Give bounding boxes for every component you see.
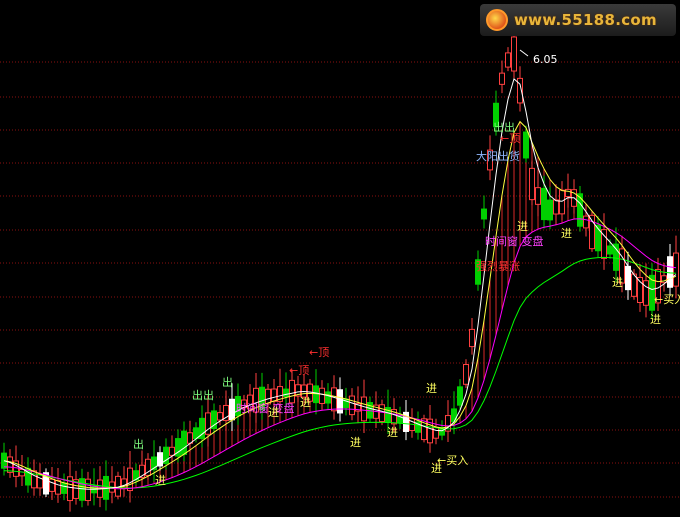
candle-body-14 — [85, 478, 91, 502]
signal-label-buy: 进 — [561, 227, 572, 240]
candle-body-48 — [289, 379, 295, 404]
candle-body-55 — [331, 387, 337, 412]
candle-body-6 — [37, 474, 43, 489]
site-logo-icon — [486, 9, 508, 31]
candle-body-93 — [559, 189, 565, 215]
candle-body-112 — [673, 252, 679, 287]
candle-body-72 — [433, 426, 439, 439]
ma-long-line — [3, 256, 677, 489]
candle-body-1 — [7, 456, 13, 473]
candle-body-89 — [535, 187, 541, 205]
signal-label-buy: ←买入 — [437, 454, 468, 467]
signal-label-buy: 进 — [612, 276, 623, 289]
signal-label-buy: 进 — [517, 220, 528, 233]
signal-label-top: ←顶 — [309, 346, 329, 359]
candle-body-9 — [55, 480, 61, 495]
candle-body-38 — [229, 398, 235, 421]
signal-label-sell: 出出 — [192, 388, 214, 402]
signal-label-buy: ←买入 — [654, 293, 680, 306]
candle-body-36 — [217, 412, 223, 421]
signal-label-buy: 进 — [426, 382, 437, 395]
signal-label-sell: 出 — [222, 375, 233, 389]
signal-label-strong: 强烈暴涨 — [476, 259, 520, 273]
candle-body-63 — [379, 404, 385, 423]
candle-body-77 — [463, 364, 469, 385]
candle-body-84 — [505, 52, 511, 68]
candle-body-8 — [49, 478, 55, 492]
candle-body-76 — [457, 386, 463, 406]
candle-body-10 — [61, 482, 67, 494]
candle-body-47 — [283, 388, 289, 397]
candle-body-13 — [79, 478, 85, 501]
candle-body-83 — [499, 72, 505, 85]
signal-label-buy: 进 — [155, 474, 166, 487]
candle-body-54 — [325, 391, 331, 404]
candle-body-111 — [667, 256, 673, 288]
candle-body-102 — [613, 243, 619, 271]
candle-body-87 — [523, 131, 529, 159]
signal-label-buy: 进 — [650, 313, 661, 326]
candle-body-75 — [451, 408, 457, 423]
candle-body-28 — [169, 446, 175, 456]
ma-fast-line — [3, 78, 677, 490]
candle-body-45 — [271, 388, 277, 402]
candlestick-chart[interactable]: 6.05出进出出时间窗 变盘出进←顶←顶进进进进←买入进强烈暴涨时间窗 变盘大阳… — [0, 0, 680, 517]
candle-body-60 — [361, 396, 367, 422]
candle-body-94 — [565, 188, 571, 198]
candle-body-107 — [643, 280, 649, 306]
candle-body-85 — [511, 36, 517, 72]
candle-body-21 — [127, 467, 133, 492]
signal-label-buy: 进 — [350, 436, 361, 449]
candle-body-91 — [547, 199, 553, 221]
stock-chart-window: 6.05 出进出出 时间窗 变盘出进 ←顶 ←顶进进进进 ←买入进强烈暴涨 时间窗 变盘 大阳… — [0, 0, 680, 517]
candle-body-30 — [181, 430, 187, 455]
candle-body-58 — [349, 395, 355, 416]
candle-body-53 — [319, 387, 325, 404]
candle-body-97 — [583, 215, 589, 229]
signal-label-big: 大阳出货 — [476, 149, 520, 163]
signal-label-buy: 进 — [300, 396, 311, 409]
site-watermark: www.55188.com — [480, 4, 676, 36]
signal-label-top: ←顶 — [289, 364, 309, 377]
candle-body-90 — [541, 187, 547, 221]
candle-body-92 — [553, 199, 559, 215]
candle-body-101 — [607, 245, 613, 255]
candle-body-78 — [469, 328, 475, 348]
site-watermark-text: www.55188.com — [514, 11, 657, 29]
signal-label-sell: 出 — [133, 437, 144, 451]
signal-label-buy: 进 — [387, 426, 398, 439]
ma-mid-line — [3, 120, 677, 489]
signal-label-window: 时间窗 变盘 — [485, 234, 544, 248]
price-high-marker — [519, 49, 529, 57]
candle-body-104 — [625, 265, 631, 291]
signal-label-buy: 进 — [268, 406, 279, 419]
signal-label-top: ←顶 — [500, 132, 520, 145]
ma-slow-line — [3, 218, 677, 490]
price-high-label: 6.05 — [533, 53, 558, 66]
candle-body-80 — [481, 208, 487, 220]
candle-body-88 — [529, 167, 535, 201]
signal-label-window: 时间窗 变盘 — [236, 401, 295, 415]
